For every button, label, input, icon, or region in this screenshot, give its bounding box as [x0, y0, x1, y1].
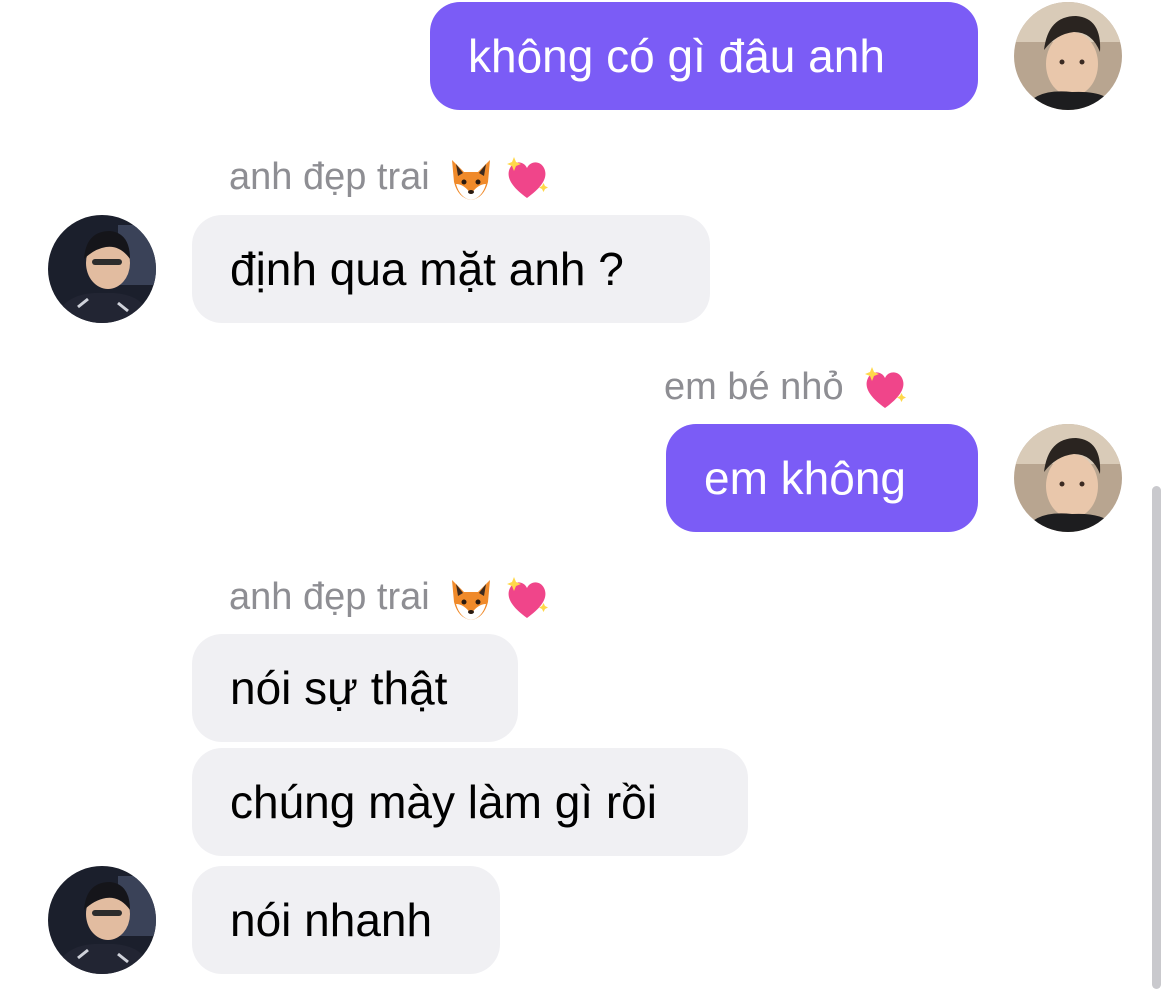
avatar-self[interactable] [1014, 2, 1122, 110]
message-bubble-outgoing[interactable]: em không [666, 424, 978, 532]
sparkling-heart-icon [502, 154, 552, 204]
fox-face-emoji-icon [446, 154, 496, 204]
sparkling-heart-icon [860, 364, 910, 414]
sender-name-label: anh đẹp trai [229, 156, 430, 198]
sender-name: em bé nhỏ [664, 360, 910, 414]
message-bubble-outgoing[interactable]: không có gì đâu anh [430, 2, 978, 110]
message-bubble-incoming[interactable]: định qua mặt anh ? [192, 215, 710, 323]
message-bubble-incoming[interactable]: chúng mày làm gì rồi [192, 748, 748, 856]
avatar-contact[interactable] [48, 215, 156, 323]
sender-name-label: anh đẹp trai [229, 576, 430, 618]
sender-name: anh đẹp trai [229, 150, 552, 204]
message-bubble-incoming[interactable]: nói sự thật [192, 634, 518, 742]
avatar-self[interactable] [1014, 424, 1122, 532]
sparkling-heart-icon [502, 574, 552, 624]
fox-face-emoji-icon [446, 574, 496, 624]
avatar-contact[interactable] [48, 866, 156, 974]
message-bubble-incoming[interactable]: nói nhanh [192, 866, 500, 974]
scrollbar[interactable] [1152, 486, 1161, 989]
sender-name-label: em bé nhỏ [664, 366, 844, 408]
sender-name: anh đẹp trai [229, 570, 552, 624]
